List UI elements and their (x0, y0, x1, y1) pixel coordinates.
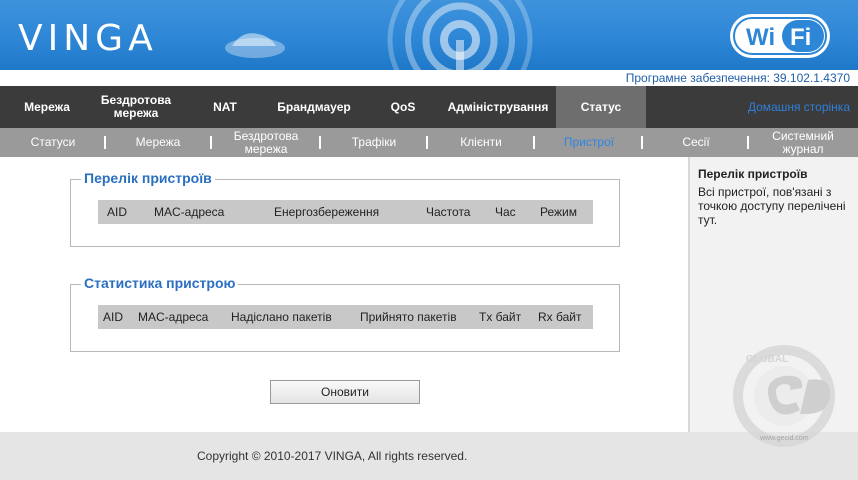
device-stats-title: Статистика пристрою (81, 275, 239, 291)
firmware-version: Програмне забезпечення: 39.102.1.4370 (625, 71, 850, 85)
column-header: Енергозбереження (274, 205, 380, 219)
nav-item-status[interactable]: Статус (556, 86, 646, 128)
wifi-logo: Wi Fi (730, 14, 830, 58)
svg-text:Wi: Wi (746, 24, 775, 51)
gecid-watermark-logo: GLOBAL www.gecid.com (733, 345, 835, 447)
sub-nav: Статуси Мережа Бездротова мережа Трафіки… (0, 128, 858, 157)
main-content: Перелік пристроїв AID MAC-адреса Енергоз… (0, 157, 688, 432)
nav-item-qos[interactable]: QoS (378, 86, 428, 128)
watermark-global-text: GLOBAL (746, 354, 788, 365)
nav-item-wireless[interactable]: Бездротова мережа (90, 86, 182, 128)
column-header: Режим (540, 205, 577, 219)
subnav-item-devices[interactable]: Пристрої (548, 128, 630, 157)
column-header: Час (495, 205, 516, 219)
column-header: AID (103, 310, 124, 324)
nav-item-firewall[interactable]: Брандмауер (264, 86, 364, 128)
header-banner: VINGA Wi Fi (0, 0, 858, 70)
subnav-item-sessions[interactable]: Сесії (656, 128, 736, 157)
subnav-item-traffic[interactable]: Трафіки (334, 128, 414, 157)
nav-item-nat[interactable]: NAT (196, 86, 254, 128)
wireless-signal-graphic (387, 0, 533, 70)
subnav-separator (210, 136, 212, 149)
help-title: Перелік пристроїв (698, 167, 808, 181)
nav-item-network[interactable]: Мережа (8, 86, 86, 128)
copyright-text: Copyright © 2010-2017 VINGA, All rights … (197, 449, 468, 463)
hand-keyboard-graphic (225, 33, 285, 58)
device-stats-group: Статистика пристрою AID MAC-адреса Надіс… (70, 275, 620, 352)
help-text: Всі пристрої, пов'язані з точкою доступу… (698, 185, 846, 227)
column-header: Прийнято пакетів (360, 310, 457, 324)
subnav-separator (641, 136, 643, 149)
subnav-separator (319, 136, 321, 149)
column-header: Tx байт (479, 310, 522, 324)
main-nav: Мережа Бездротова мережа NAT Брандмауер … (0, 86, 858, 128)
subnav-item-system-log[interactable]: Системний журнал (758, 128, 848, 157)
svg-text:Fi: Fi (790, 24, 811, 51)
column-header: MAC-адреса (154, 205, 225, 219)
device-stats-header: AID MAC-адреса Надіслано пакетів Прийнят… (98, 305, 593, 329)
device-list-title: Перелік пристроїв (81, 170, 215, 186)
vinga-logo: VINGA (18, 18, 158, 59)
watermark-site-text: www.gecid.com (759, 435, 809, 442)
subnav-separator (747, 136, 749, 149)
column-header: Надіслано пакетів (231, 310, 332, 324)
home-page-link[interactable]: Домашня сторінка (748, 86, 850, 128)
subnav-separator (426, 136, 428, 149)
subnav-separator (533, 136, 535, 149)
column-header: Частота (426, 205, 471, 219)
device-list-header: AID MAC-адреса Енергозбереження Частота … (98, 200, 593, 224)
subnav-separator (104, 136, 106, 149)
refresh-button[interactable]: Оновити (270, 380, 420, 404)
column-header: MAC-адреса (138, 310, 209, 324)
subnav-item-network[interactable]: Мережа (120, 128, 196, 157)
nav-item-administration[interactable]: Адміністрування (440, 86, 556, 128)
subnav-item-clients[interactable]: Клієнти (440, 128, 522, 157)
device-list-group: Перелік пристроїв AID MAC-адреса Енергоз… (70, 170, 620, 247)
subnav-item-wireless[interactable]: Бездротова мережа (222, 128, 310, 157)
column-header: AID (107, 205, 128, 219)
column-header: Rx байт (538, 310, 582, 324)
subnav-item-statuses[interactable]: Статуси (14, 128, 92, 157)
